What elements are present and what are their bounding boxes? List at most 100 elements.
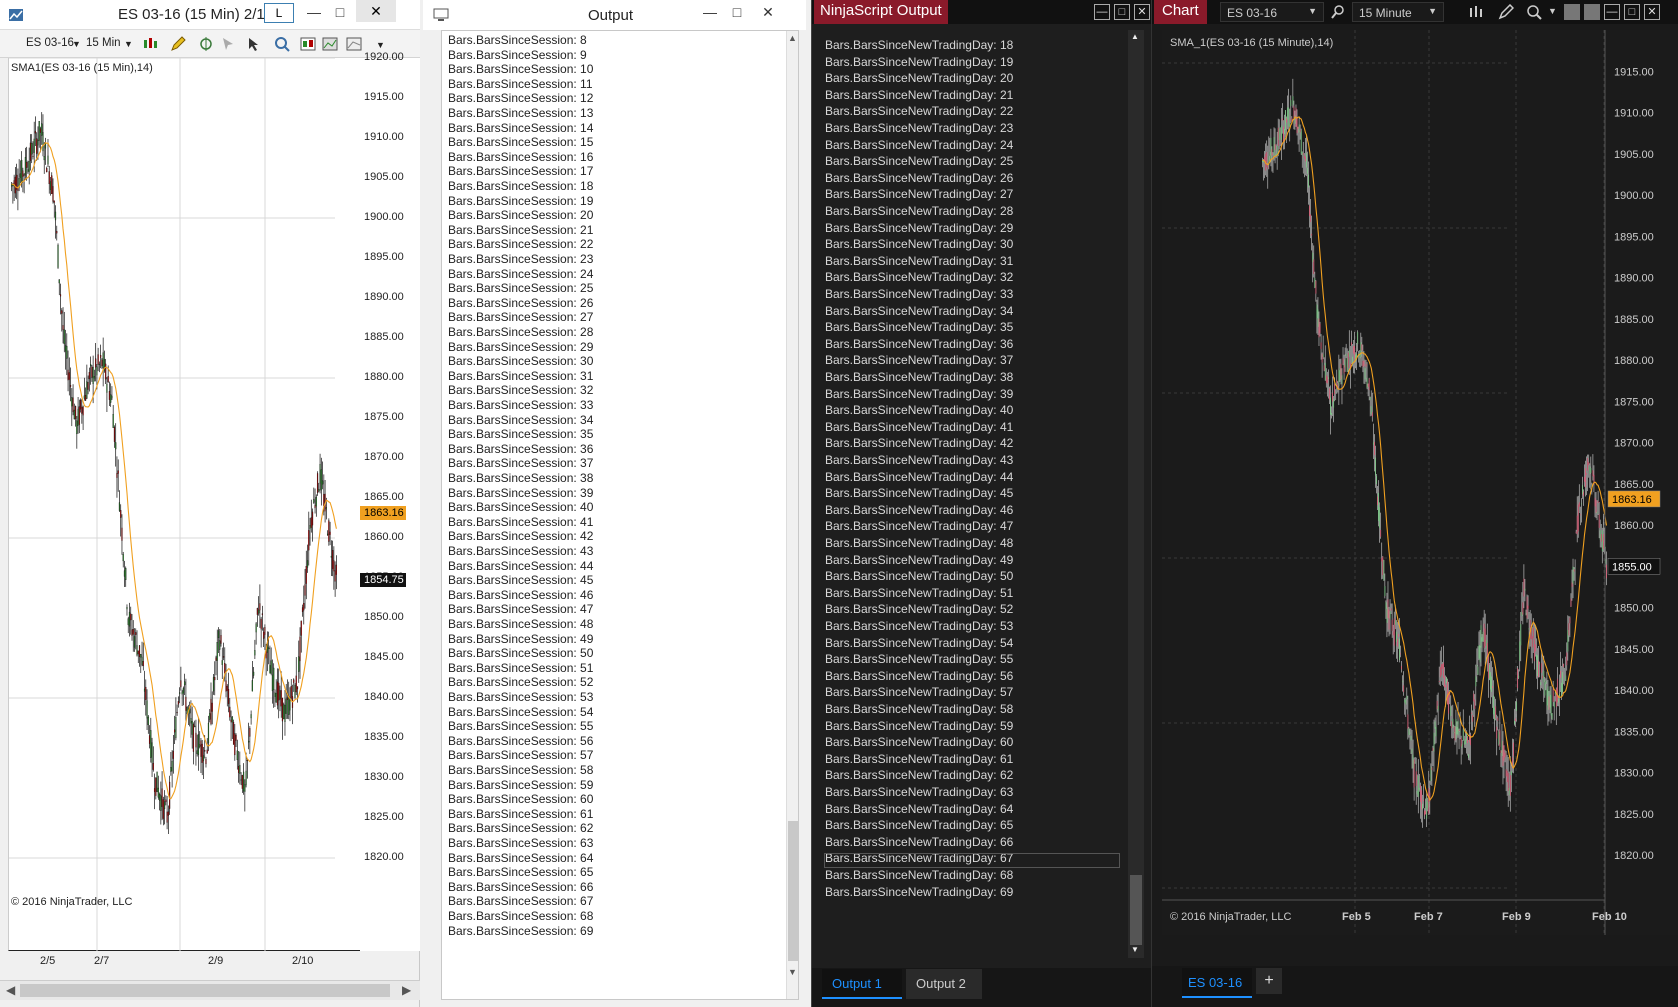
output-line: Bars.BarsSinceSession: 27 [448, 310, 594, 325]
scroll-up-icon[interactable]: ▲ [1131, 32, 1139, 41]
candle-body [215, 657, 217, 661]
title-tab-button[interactable]: L [264, 3, 294, 23]
candle-body [1499, 730, 1501, 747]
candle-body [1554, 692, 1556, 695]
scrollbar-thumb[interactable] [20, 984, 390, 997]
chevron-down-icon[interactable]: ▼ [124, 39, 133, 49]
left-price-chart[interactable] [9, 58, 361, 951]
dark-chart-panel[interactable]: 1915.00 1910.00 1905.00 1900.00 1895.00 1890.… [1162, 30, 1678, 935]
output-line: Bars.BarsSinceSession: 19 [448, 193, 594, 208]
left-price-axis[interactable]: 1920.00 1915.00 1910.00 1905.00 1900.00 1895.… [360, 51, 420, 951]
pencil-icon[interactable] [170, 36, 186, 52]
candle-body [229, 706, 231, 718]
candle-body [269, 665, 271, 674]
select-arrow-icon[interactable] [246, 36, 262, 52]
candle-body [1542, 675, 1544, 679]
pointer-icon[interactable] [220, 36, 236, 52]
candle-body [1376, 475, 1377, 485]
price-axis-label: 1845.00 [364, 651, 404, 663]
crosshair-icon[interactable] [198, 36, 214, 52]
layout-icon[interactable] [1584, 4, 1600, 20]
instrument-selector[interactable]: ES 03-16 [26, 37, 74, 49]
scroll-down-icon[interactable]: ▼ [788, 967, 797, 977]
ninjascript-output-line: Bars.BarsSinceNewTradingDay: 56 [825, 668, 1014, 683]
candle-body [1375, 457, 1376, 476]
maximize-icon[interactable]: □ [1114, 4, 1130, 20]
ninjascript-output-line: Bars.BarsSinceNewTradingDay: 43 [825, 453, 1014, 467]
candle-body [1447, 681, 1449, 705]
tab-output-2[interactable]: Output 2 [906, 969, 982, 999]
pencil-icon[interactable] [1498, 4, 1514, 20]
search-icon[interactable] [1330, 4, 1346, 20]
candle-body [1402, 680, 1404, 682]
scroll-down-icon[interactable]: ▼ [1131, 945, 1139, 954]
maximize-icon[interactable]: □ [725, 4, 749, 20]
close-icon[interactable]: ✕ [1644, 4, 1660, 20]
output-line: Bars.BarsSinceSession: 59 [448, 777, 594, 792]
candle-body [71, 397, 73, 407]
price-axis-label: 1875.00 [1614, 396, 1654, 408]
data-box-icon[interactable] [300, 36, 316, 52]
output-line: Bars.BarsSinceSession: 66 [448, 879, 594, 894]
scrollbar-thumb[interactable] [1130, 875, 1142, 945]
instrument-selector[interactable]: ES 03-16 ▼ [1220, 2, 1324, 22]
candle-body [1460, 737, 1462, 747]
maximize-icon[interactable]: □ [328, 4, 352, 20]
scroll-left-icon[interactable]: ◀ [6, 983, 15, 997]
zoom-icon[interactable] [1526, 4, 1542, 20]
interval-selector[interactable]: 15 Min [86, 37, 121, 49]
candle-body [1481, 637, 1483, 642]
candle-body [77, 408, 79, 427]
close-icon[interactable]: ✕ [356, 0, 396, 22]
ninjascript-vertical-scrollbar[interactable]: ▲ ▼ [1128, 30, 1144, 958]
scroll-right-icon[interactable]: ▶ [402, 983, 411, 997]
candle-body [1576, 515, 1578, 535]
date-axis-label: Feb 7 [1414, 911, 1443, 923]
minimize-icon[interactable]: — [1094, 4, 1110, 20]
output-line: Bars.BarsSinceSession: 29 [448, 339, 594, 354]
close-icon[interactable]: ✕ [1134, 4, 1150, 20]
horizontal-scrollbar[interactable]: ◀ ▶ [0, 980, 420, 1000]
properties-icon[interactable] [322, 36, 338, 52]
candle-body [24, 157, 27, 176]
candle-body [1539, 662, 1541, 665]
candle-body [1380, 529, 1382, 537]
add-tab-button[interactable]: + [1256, 968, 1282, 994]
output-vertical-scrollbar[interactable]: ▲ ▼ [786, 31, 798, 999]
candle-body [49, 181, 52, 190]
left-chart-panel[interactable]: SMA1(ES 03-16 (15 Min),14) © 2016 NinjaT… [8, 58, 360, 951]
toolbar-overflow-icon[interactable]: ▼ [376, 40, 385, 50]
layout-icon[interactable] [1564, 4, 1580, 20]
candle-body [1331, 413, 1332, 416]
zoom-icon[interactable] [274, 36, 290, 52]
minimize-icon[interactable]: — [302, 4, 326, 20]
chart-image-icon[interactable] [346, 36, 362, 52]
output-text-area[interactable]: Bars.BarsSinceSession: 8 Bars.BarsSinceSe… [441, 30, 799, 1000]
ninjascript-text-area[interactable]: Bars.BarsSinceNewTradingDay: 18 Bars.Bars… [812, 30, 1152, 970]
candle-body [1575, 531, 1577, 534]
candle-body [1318, 318, 1320, 338]
candle-body [308, 530, 310, 551]
candle-body [190, 718, 192, 724]
output-line: Bars.BarsSinceSession: 16 [448, 149, 594, 164]
candle-body [37, 139, 39, 146]
minimize-icon[interactable]: — [1604, 4, 1620, 20]
minimize-icon[interactable]: — [698, 4, 722, 20]
bar-type-icon[interactable] [1468, 4, 1484, 20]
candle-body [1334, 384, 1336, 395]
candle-body [1299, 130, 1301, 133]
chevron-down-icon[interactable]: ▼ [1548, 6, 1557, 16]
chevron-down-icon[interactable]: ▼ [72, 39, 81, 49]
maximize-icon[interactable]: □ [1624, 4, 1640, 20]
close-icon[interactable]: ✕ [756, 4, 780, 21]
interval-selector[interactable]: 15 Minute ▼ [1352, 2, 1444, 22]
dark-price-chart[interactable]: 1915.00 1910.00 1905.00 1900.00 1895.00 1890.… [1162, 30, 1678, 935]
tab-es-03-16[interactable]: ES 03-16 [1182, 968, 1252, 998]
candle-body [261, 613, 263, 616]
scroll-up-icon[interactable]: ▲ [788, 33, 797, 43]
scrollbar-thumb[interactable] [788, 821, 798, 961]
ninjascript-output-line: Bars.BarsSinceNewTradingDay: 30 [825, 237, 1014, 252]
candle-body [1315, 280, 1317, 294]
tab-output-1[interactable]: Output 1 [822, 969, 902, 999]
bar-type-icon[interactable] [142, 36, 158, 52]
